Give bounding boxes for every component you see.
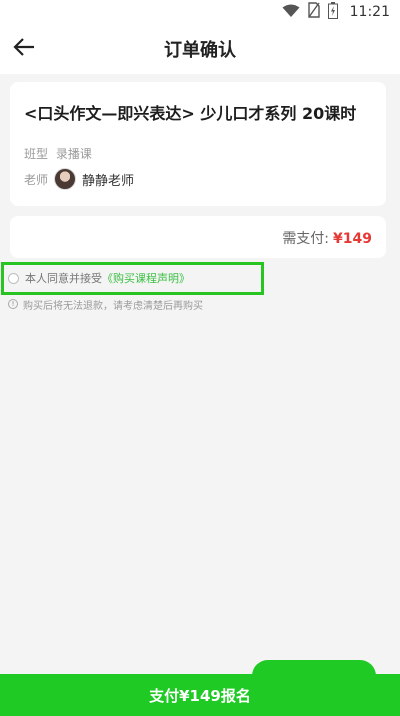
status-icons: 11:21 (282, 1, 390, 23)
pay-button-label: 支付¥149报名 (149, 686, 251, 705)
header: 订单确认 (0, 24, 400, 74)
course-type-value: 录播课 (55, 147, 92, 161)
agreement-text: 本人同意并接受 (25, 272, 102, 285)
course-type: 班型 录播课 (24, 145, 92, 162)
course-title: <口头作文—即兴表达> 少儿口才系列 20课时 (24, 104, 357, 123)
teacher-label: 老师 (24, 172, 49, 187)
pay-button[interactable]: 支付¥149报名 (0, 674, 400, 716)
wifi-icon (282, 3, 300, 22)
payment-amount: ¥149 (333, 231, 372, 247)
teacher-name: 静静老师 (82, 173, 135, 189)
payment-label: 需支付: (282, 231, 330, 247)
status-bar: 11:21 (0, 0, 400, 24)
no-sim-icon (307, 2, 320, 22)
course-type-label: 班型 (24, 147, 49, 161)
payment-card: 需支付: ¥149 (10, 216, 386, 258)
payment-line: 需支付: ¥149 (282, 228, 372, 248)
notice-row: ! 购买后将无法退款，请考虑清楚后再购买 (8, 297, 203, 312)
page-title: 订单确认 (164, 40, 236, 61)
agreement-link[interactable]: 《购买课程声明》 (102, 270, 190, 286)
teacher-avatar (54, 168, 77, 190)
battery-icon (327, 1, 338, 23)
notice-text: 购买后将无法退款，请考虑清楚后再购买 (23, 300, 203, 312)
info-icon: ! (8, 299, 18, 309)
agreement-radio[interactable] (8, 272, 19, 284)
agreement-row[interactable]: 本人同意并接受 《购买课程声明》 (8, 270, 190, 286)
course-card: <口头作文—即兴表达> 少儿口才系列 20课时 班型 录播课 老师 静静老师 (10, 82, 386, 206)
teacher-row: 老师 静静老师 (24, 168, 134, 190)
clock: 11:21 (349, 4, 390, 20)
